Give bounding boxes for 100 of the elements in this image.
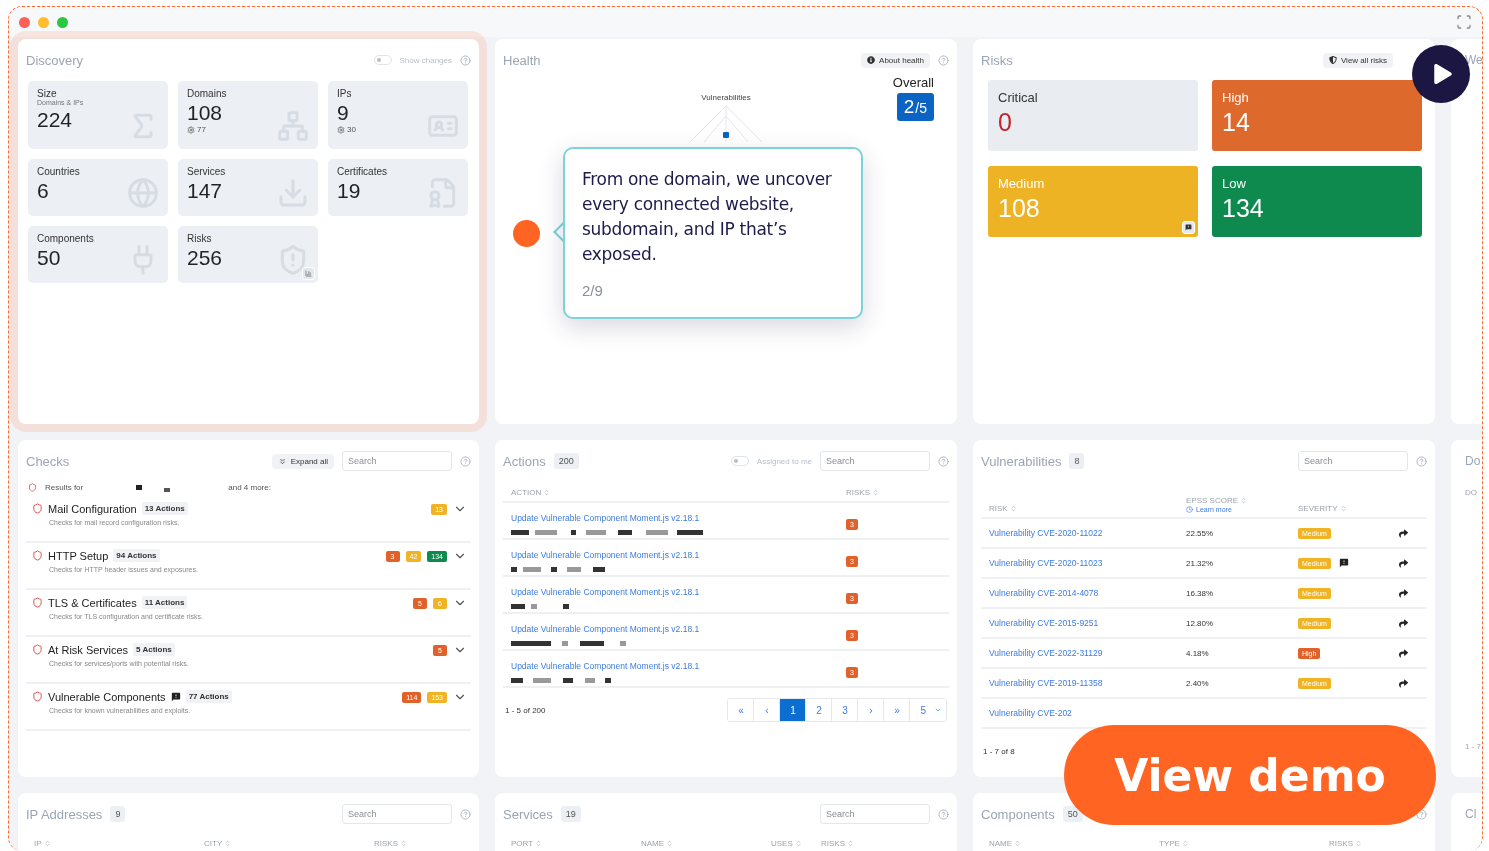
column-header[interactable]: PORT bbox=[511, 835, 641, 851]
tile-value: 6 bbox=[37, 179, 50, 203]
action-link[interactable]: Update Vulnerable Component Moment.js v2.18.1 bbox=[511, 661, 700, 671]
maximize-dot-icon[interactable] bbox=[57, 16, 68, 28]
risk-label: High bbox=[1222, 90, 1250, 105]
help-icon[interactable] bbox=[460, 54, 471, 66]
epss-score: 2.40% bbox=[1186, 678, 1210, 688]
share-icon[interactable] bbox=[1399, 678, 1408, 688]
vulnerability-link[interactable]: Vulnerability CVE-2020-11023 bbox=[989, 558, 1103, 568]
risk-count: 108 bbox=[998, 194, 1041, 223]
help-icon[interactable] bbox=[938, 808, 949, 820]
column-header[interactable]: NAME bbox=[989, 835, 1159, 851]
shield-icon bbox=[32, 691, 43, 702]
actions-count-tag: 94 Actions bbox=[113, 549, 160, 562]
chart-button[interactable] bbox=[302, 267, 315, 280]
check-title: TLS & Certificates bbox=[48, 596, 137, 609]
sort-icon bbox=[400, 840, 407, 847]
column-header[interactable]: SEVERITY bbox=[1298, 500, 1419, 517]
stat-tile[interactable]: Domains 108 77 bbox=[178, 81, 318, 149]
action-link[interactable]: Update Vulnerable Component Moment.js v2.18.1 bbox=[511, 624, 700, 634]
column-header[interactable]: RISKS bbox=[374, 835, 463, 851]
search-field[interactable]: Search bbox=[342, 804, 452, 824]
fullscreen-icon[interactable] bbox=[1456, 14, 1472, 30]
stat-tile[interactable]: Certificates 19 bbox=[328, 159, 468, 216]
risk-tile[interactable]: Low 134 bbox=[1212, 166, 1422, 237]
actions-count-tag: 77 Actions bbox=[185, 690, 232, 703]
actions-count-tag: 11 Actions bbox=[141, 596, 188, 609]
help-icon[interactable] bbox=[1416, 455, 1427, 467]
share-icon[interactable] bbox=[1399, 588, 1408, 598]
stat-tile[interactable]: Countries 6 bbox=[28, 159, 168, 216]
tile-value: 147 bbox=[187, 179, 224, 203]
tour-beacon-icon[interactable] bbox=[513, 220, 540, 247]
search-field[interactable]: Search bbox=[1298, 451, 1408, 471]
help-icon[interactable] bbox=[938, 455, 949, 467]
toggle-switch[interactable] bbox=[730, 456, 749, 466]
share-icon[interactable] bbox=[1399, 558, 1408, 568]
about-health-button[interactable]: About health bbox=[861, 52, 930, 68]
vulnerability-link[interactable]: Vulnerability CVE-2014-4078 bbox=[989, 588, 1099, 598]
tile-label: Services bbox=[187, 166, 226, 177]
help-icon[interactable] bbox=[460, 455, 471, 467]
panel-title: Health bbox=[503, 52, 541, 68]
view-all-risks-button[interactable]: View all risks bbox=[1322, 52, 1393, 68]
column-header[interactable]: RISKS bbox=[846, 484, 941, 501]
column-header[interactable]: CITY bbox=[204, 835, 374, 851]
column-header[interactable]: EPSS SCORE bbox=[1186, 492, 1298, 506]
search-field[interactable]: Search bbox=[820, 451, 930, 471]
vulnerability-link[interactable]: Vulnerability CVE-202 bbox=[989, 708, 1072, 718]
column-header[interactable]: NAME bbox=[641, 835, 771, 851]
column-header[interactable]: IP bbox=[34, 835, 204, 851]
expand-all-button[interactable]: Expand all bbox=[271, 453, 334, 469]
column-header[interactable]: RISK bbox=[989, 500, 1186, 517]
minimize-dot-icon[interactable] bbox=[38, 16, 49, 28]
tile-value: 9 bbox=[337, 101, 350, 125]
help-icon[interactable] bbox=[460, 808, 471, 820]
toggle-switch[interactable] bbox=[373, 55, 392, 65]
count-badge: 8 bbox=[1069, 453, 1085, 469]
search-field[interactable]: Search bbox=[342, 451, 452, 471]
column-header[interactable]: RISKS bbox=[821, 835, 941, 851]
risk-tile[interactable]: Critical 0 bbox=[988, 80, 1198, 151]
risk-tile[interactable]: High 14 bbox=[1212, 80, 1422, 151]
actions-count-tag: 5 Actions bbox=[133, 643, 175, 656]
stat-tile[interactable]: Risks 256 bbox=[178, 226, 318, 283]
panel-title: Cl bbox=[1464, 807, 1478, 821]
column-header[interactable]: RISKS bbox=[1329, 835, 1419, 851]
column-header[interactable]: ACTION bbox=[511, 484, 846, 501]
vulnerability-link[interactable]: Vulnerability CVE-2022-31129 bbox=[989, 648, 1103, 658]
stat-tile[interactable]: IPs 9 30 bbox=[328, 81, 468, 149]
clock-icon bbox=[1186, 506, 1193, 513]
action-link[interactable]: Update Vulnerable Component Moment.js v2.18.1 bbox=[511, 550, 700, 560]
search-field[interactable]: Search bbox=[820, 804, 930, 824]
action-link[interactable]: Update Vulnerable Component Moment.js v2.18.1 bbox=[511, 587, 700, 597]
tile-label: Risks bbox=[187, 233, 213, 244]
panel-title: Checks bbox=[26, 453, 70, 469]
double-chevron-down-icon bbox=[277, 456, 287, 466]
stat-tile[interactable]: Services 147 bbox=[178, 159, 318, 216]
share-icon[interactable] bbox=[1399, 528, 1408, 538]
actions-count-tag: 13 Actions bbox=[141, 502, 188, 515]
vulnerability-link[interactable]: Vulnerability CVE-2020-11022 bbox=[989, 528, 1103, 538]
help-icon[interactable] bbox=[938, 54, 949, 66]
close-dot-icon[interactable] bbox=[19, 16, 30, 28]
redacted-text-drawing bbox=[511, 603, 572, 610]
vulnerability-link[interactable]: Vulnerability CVE-2015-9251 bbox=[989, 618, 1099, 628]
action-link[interactable]: Update Vulnerable Component Moment.js v2.18.1 bbox=[511, 513, 700, 523]
panel-title: Discovery bbox=[26, 52, 84, 68]
panel-title: Risks bbox=[981, 52, 1013, 68]
pagination-range: 1 - 5 of 200 bbox=[505, 705, 546, 715]
comment-button[interactable] bbox=[1182, 221, 1195, 234]
tile-label: Size bbox=[37, 88, 58, 99]
panel-title: Do bbox=[1464, 454, 1482, 468]
tile-value: 50 bbox=[37, 246, 62, 270]
share-icon[interactable] bbox=[1399, 648, 1408, 658]
tile-extra-count: 30 bbox=[347, 125, 356, 134]
stat-tile[interactable]: Components 50 bbox=[28, 226, 168, 283]
column-header[interactable]: USES bbox=[771, 835, 821, 851]
shield-icon bbox=[1328, 56, 1337, 64]
tile-label: Domains bbox=[187, 88, 227, 99]
vulnerability-link[interactable]: Vulnerability CVE-2019-11358 bbox=[989, 678, 1103, 688]
share-icon[interactable] bbox=[1399, 618, 1408, 628]
help-icon[interactable] bbox=[1416, 808, 1427, 820]
column-header[interactable]: TYPE bbox=[1159, 835, 1329, 851]
